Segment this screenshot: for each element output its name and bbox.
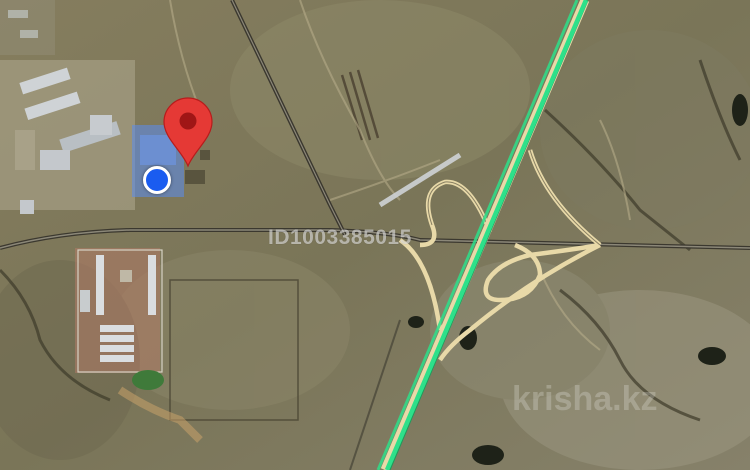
map-marker-icon[interactable] bbox=[162, 96, 214, 168]
brand-watermark: krisha.kz bbox=[512, 380, 658, 418]
listing-id-watermark: ID1003385015 bbox=[268, 226, 412, 249]
compound-south bbox=[75, 248, 164, 390]
satellite-map[interactable]: ID1003385015 krisha.kz bbox=[0, 0, 750, 470]
current-location-dot[interactable] bbox=[143, 166, 171, 194]
